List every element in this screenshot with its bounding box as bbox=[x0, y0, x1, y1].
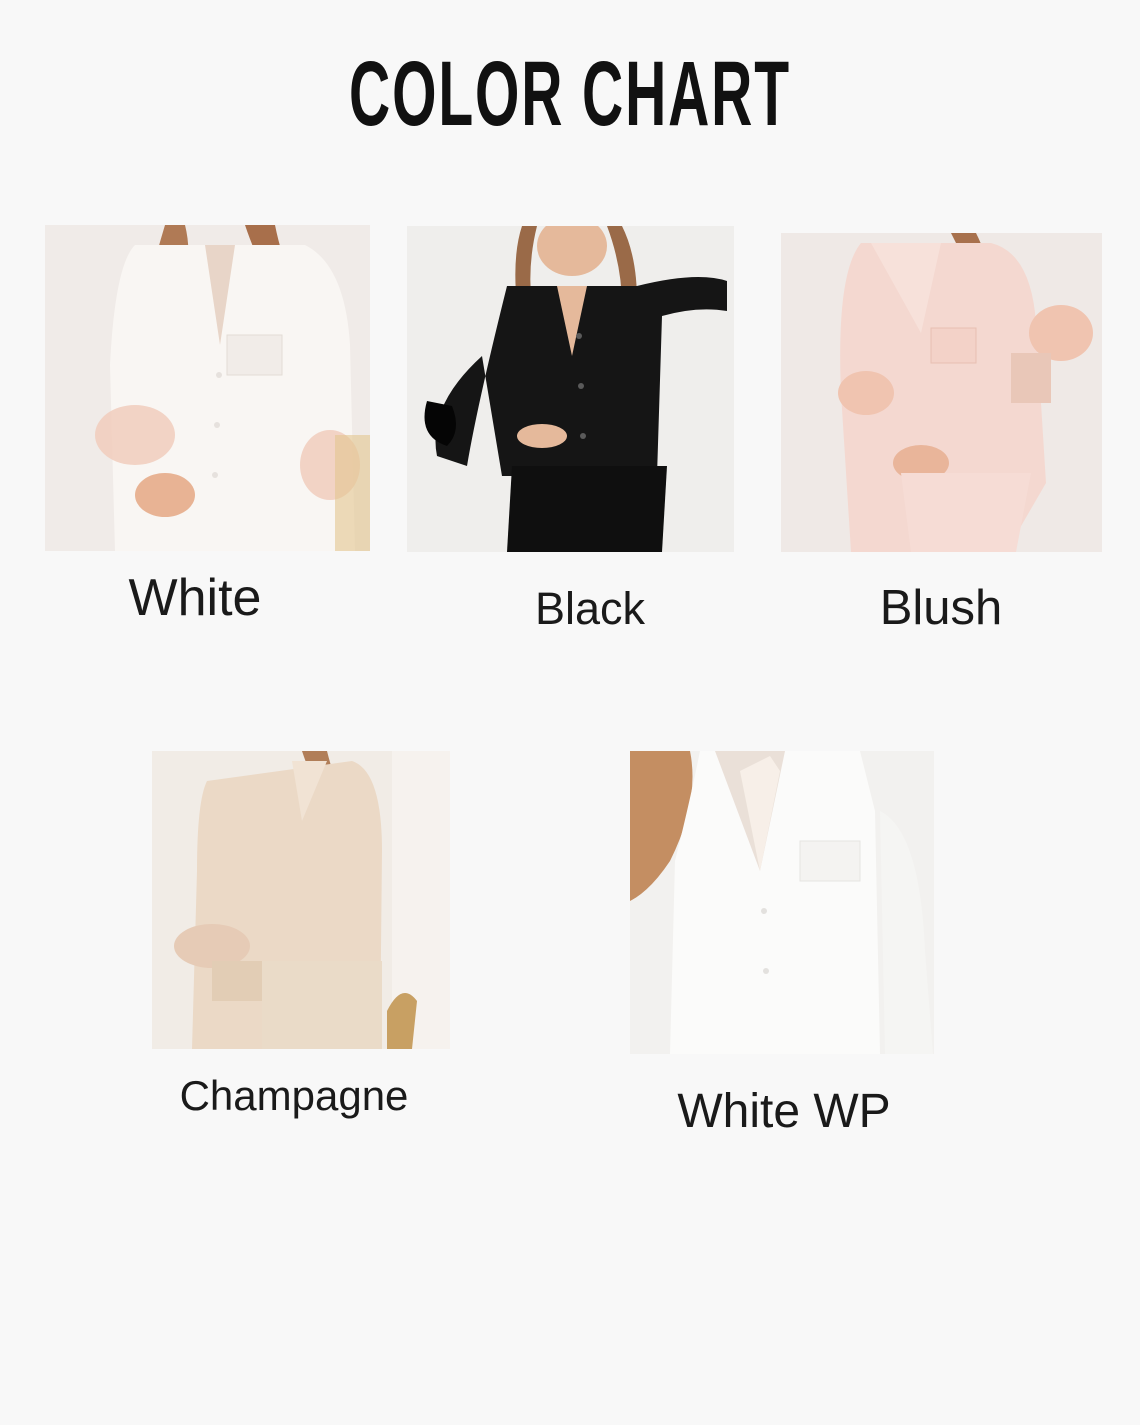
white-wp-pajama-photo bbox=[630, 751, 934, 1054]
black-label: Black bbox=[534, 583, 646, 634]
white-label: White bbox=[128, 569, 262, 627]
blush-label: Blush bbox=[879, 581, 1003, 635]
page-title: COLOR CHART bbox=[349, 43, 791, 145]
champagne-pajama-photo bbox=[152, 751, 450, 1049]
blush-pajama-photo bbox=[781, 233, 1102, 552]
white-wp-label: White WP bbox=[677, 1085, 891, 1138]
champagne-label: Champagne bbox=[179, 1072, 409, 1119]
white-pajama-photo bbox=[45, 225, 370, 551]
black-pajama-photo bbox=[407, 226, 734, 552]
